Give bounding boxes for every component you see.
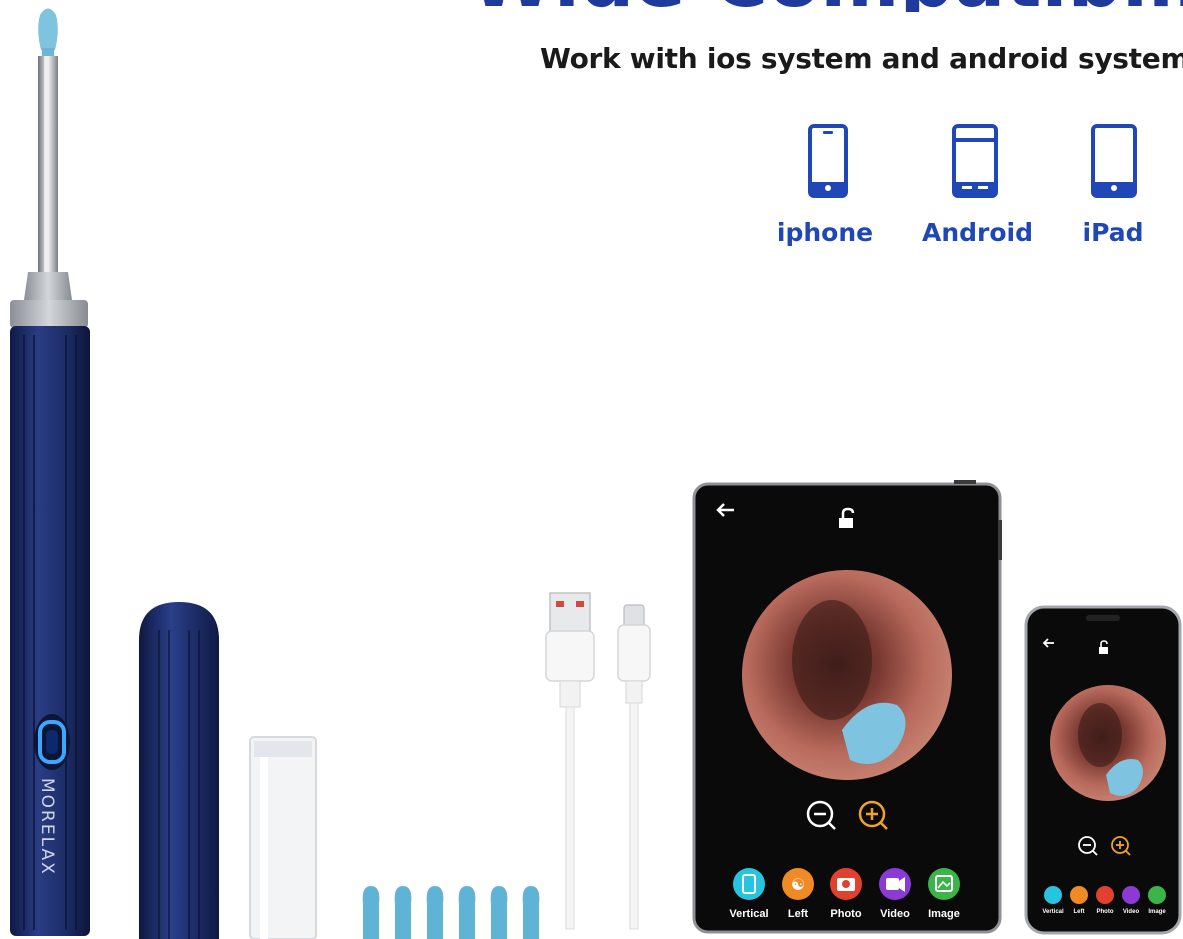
toolbar-left-label: Left [788, 908, 809, 920]
silicone-tip-icon [38, 8, 58, 50]
phone-toolbar-photo-button[interactable]: Photo [1096, 886, 1114, 915]
phone-mockup: Vertical Left Photo Video Image [1024, 605, 1182, 935]
tablet-icon [1091, 124, 1137, 198]
toolbar-video-label: Video [880, 908, 910, 920]
toolbar-video-button[interactable]: Video [879, 868, 911, 920]
headline: Wide Compatibility [470, 0, 1183, 12]
replacement-tips [362, 886, 540, 939]
device-icons-row [808, 124, 1137, 198]
svg-text:Image: Image [1148, 909, 1166, 915]
android-phone-icon [952, 124, 998, 198]
toolbar-photo-button[interactable]: Photo [830, 868, 862, 920]
phone-toolbar-image-button[interactable]: Image [1148, 886, 1166, 915]
svg-text:Vertical: Vertical [1042, 909, 1064, 915]
toolbar-image-button[interactable]: Image [928, 868, 960, 920]
subtitle: Work with ios system and android system [540, 42, 1183, 75]
toolbar-image-label: Image [928, 908, 960, 920]
ear-pick-device: MORELAX [10, 8, 90, 936]
toolbar-photo-label: Photo [830, 908, 861, 920]
toolbar-vertical-label: Vertical [729, 908, 768, 920]
phone-icon [808, 124, 848, 198]
device-label-iphone: iphone [776, 218, 874, 247]
device-label-ipad: iPad [1082, 218, 1144, 247]
svg-text:Left: Left [1074, 909, 1085, 915]
usb-cable [545, 592, 651, 930]
ear-icon: ☯ [791, 877, 805, 894]
tablet-mockup: Vertical ☯ Left Photo Video Image [692, 480, 1002, 934]
device-cap [139, 602, 219, 939]
headline-text: Wide Compatibility [470, 0, 1183, 12]
device-label-android: Android [921, 218, 1033, 247]
svg-text:Video: Video [1123, 909, 1140, 915]
power-button-icon [34, 714, 70, 770]
storage-tube [249, 736, 317, 939]
svg-text:Photo: Photo [1097, 909, 1114, 915]
brand-text: MORELAX [37, 778, 57, 876]
phone-toolbar-video-button[interactable]: Video [1122, 886, 1140, 915]
